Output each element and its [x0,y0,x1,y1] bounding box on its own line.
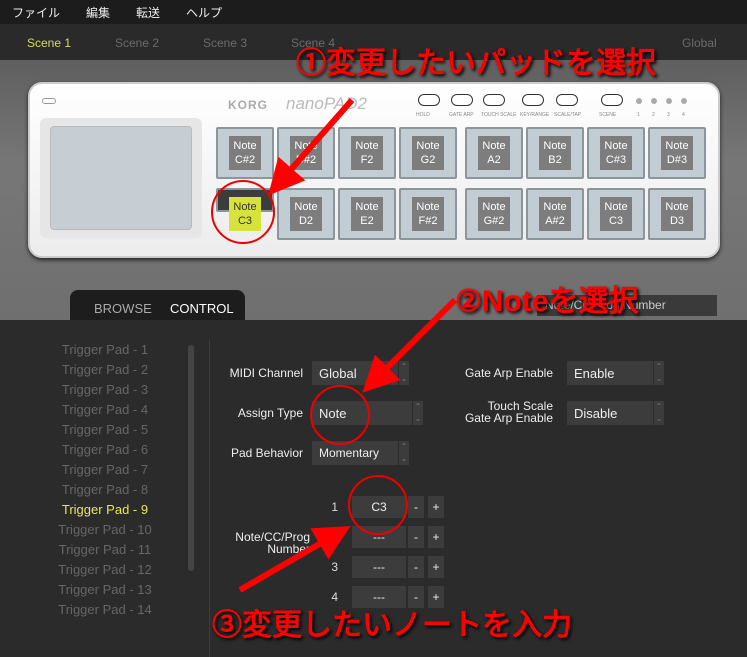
annotation-arrow-2 [362,297,458,393]
annotation-arrow-1 [268,98,355,196]
annotation-arrow-3 [238,525,351,593]
annotation-step-3: ③変更したいノートを入力 [212,609,572,642]
annotation-circle-assign [310,385,370,445]
annotation-circle-note [348,475,408,535]
annotation-step-1: ①変更したいパッドを選択 [296,47,656,80]
annotation-overlay [211,98,458,593]
annotation-circle-pad [211,180,275,244]
annotation-step-2: ②Noteを選択 [455,285,639,318]
